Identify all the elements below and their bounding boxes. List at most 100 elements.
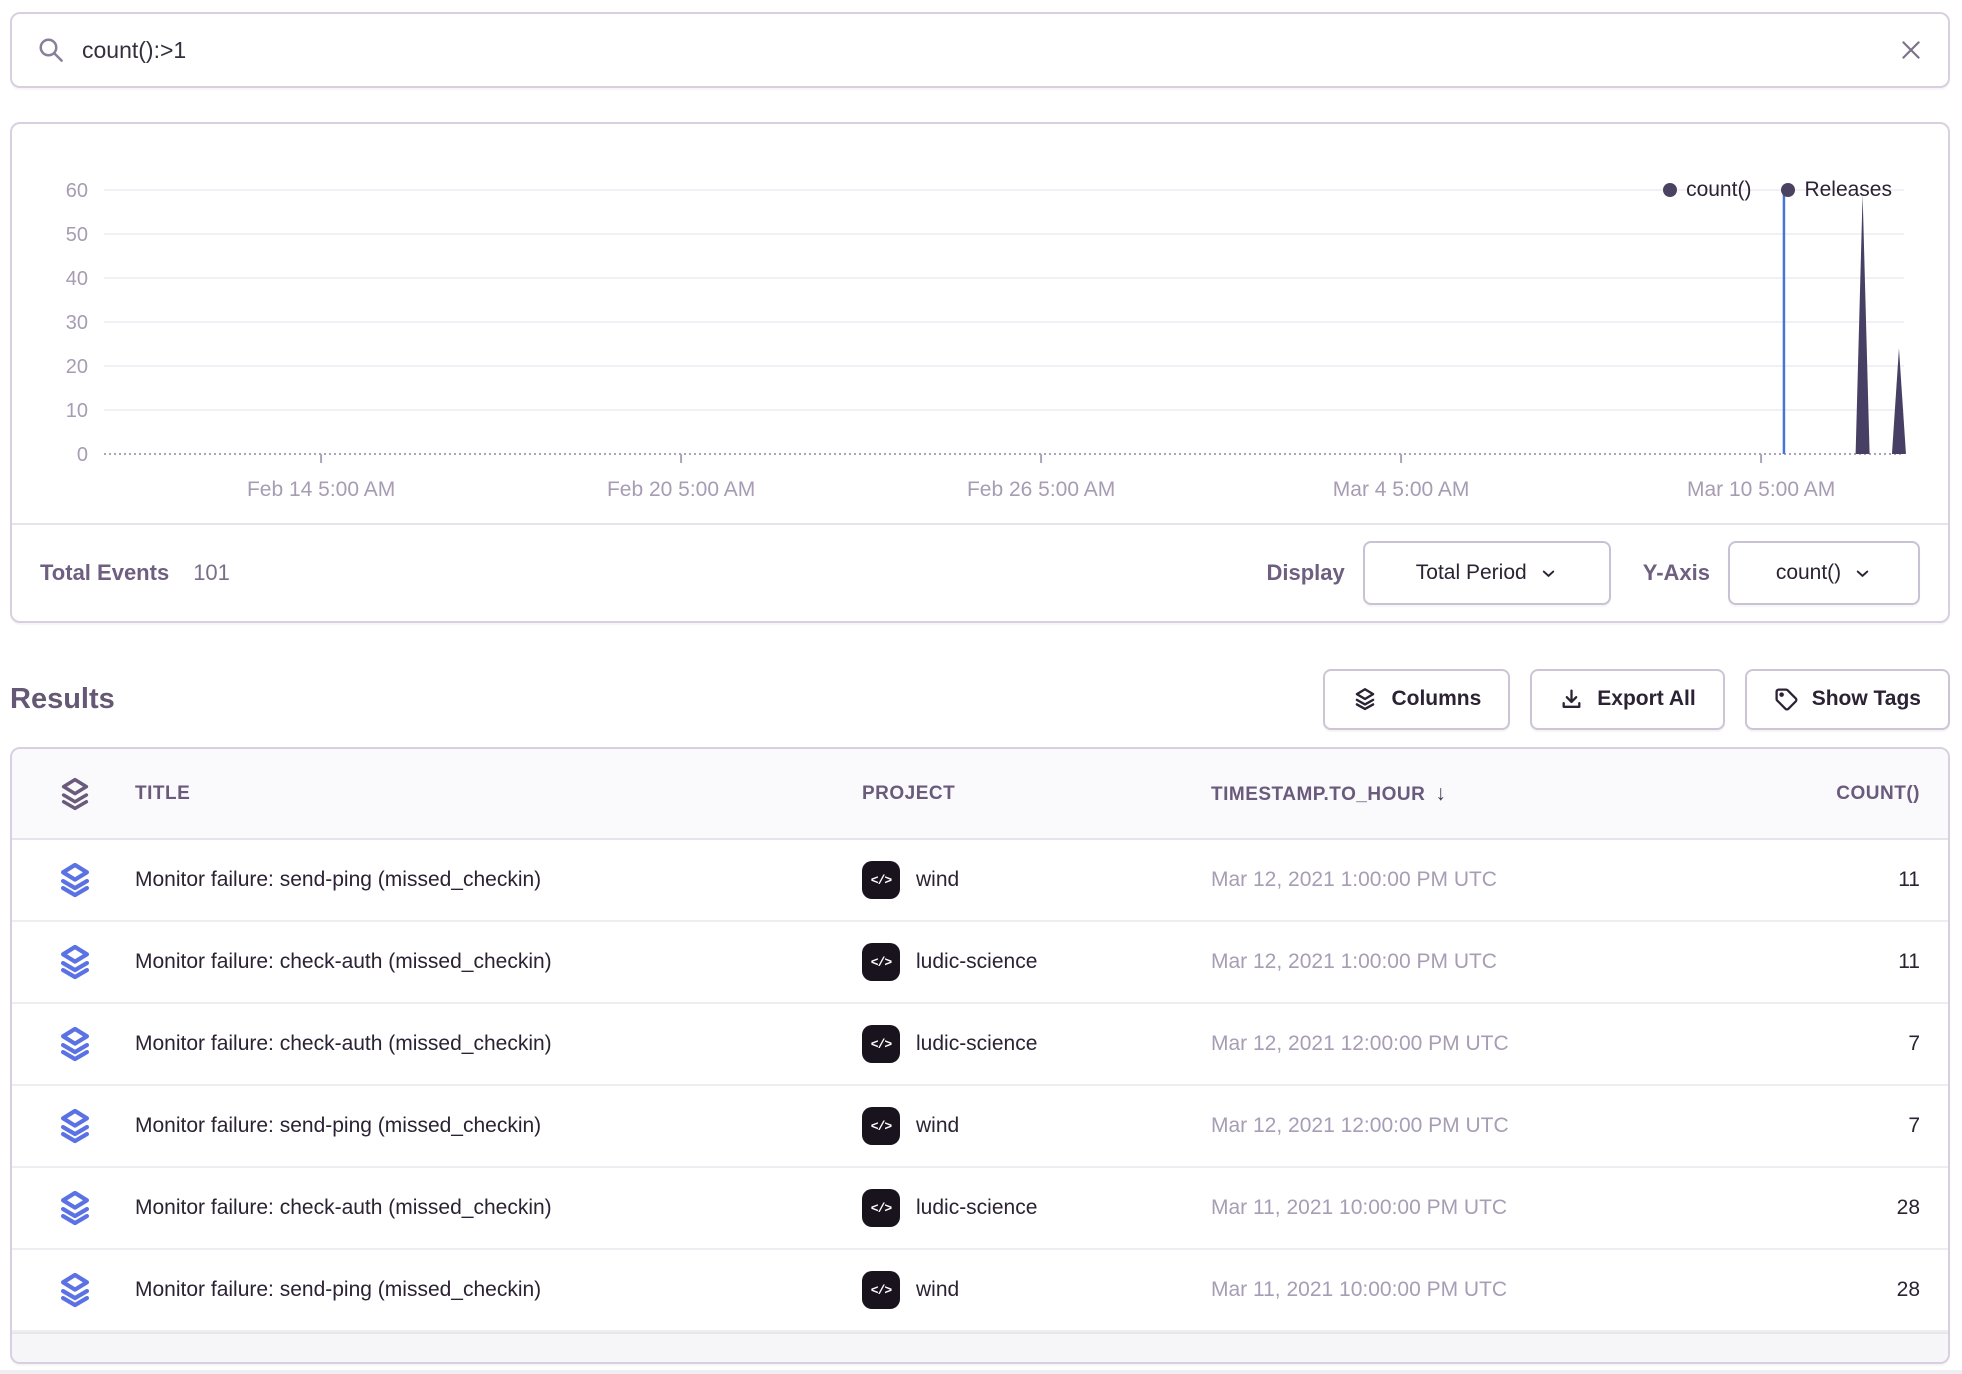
row-project[interactable]: </> wind	[852, 861, 1201, 899]
platform-icon: </>	[862, 1271, 900, 1309]
total-events-label: Total Events	[40, 560, 169, 586]
svg-text:0: 0	[77, 444, 88, 466]
project-name: wind	[916, 1278, 959, 1302]
project-name: wind	[916, 1114, 959, 1138]
table-header: TITLE PROJECT TIMESTAMP.TO_HOUR↓ COUNT()	[12, 749, 1948, 840]
legend-dot-count	[1663, 183, 1677, 197]
stack-icon[interactable]	[53, 1268, 97, 1312]
legend-item-count[interactable]: count()	[1663, 178, 1751, 202]
row-title[interactable]: Monitor failure: check-auth (missed_chec…	[125, 1032, 852, 1056]
columns-button[interactable]: Columns	[1323, 669, 1510, 730]
chevron-down-icon	[1853, 564, 1872, 583]
row-count: 11	[1748, 868, 1948, 892]
legend-item-releases[interactable]: Releases	[1781, 178, 1892, 202]
column-header-count[interactable]: COUNT()	[1748, 783, 1948, 805]
stack-icon[interactable]	[53, 940, 97, 984]
results-header-row: Results Columns Export All	[10, 668, 1950, 730]
svg-text:Feb 20 5:00 AM: Feb 20 5:00 AM	[607, 478, 755, 501]
svg-text:Mar 10 5:00 AM: Mar 10 5:00 AM	[1687, 478, 1835, 501]
platform-icon: </>	[862, 861, 900, 899]
row-timestamp: Mar 11, 2021 10:00:00 PM UTC	[1201, 1278, 1748, 1302]
display-dropdown[interactable]: Total Period	[1363, 541, 1611, 605]
download-icon	[1559, 687, 1584, 712]
svg-text:Feb 14 5:00 AM: Feb 14 5:00 AM	[247, 478, 395, 501]
tag-icon	[1774, 687, 1799, 712]
row-project[interactable]: </> ludic-science	[852, 1025, 1201, 1063]
results-heading: Results	[10, 683, 115, 716]
column-header-timestamp[interactable]: TIMESTAMP.TO_HOUR↓	[1201, 782, 1748, 806]
row-project[interactable]: </> ludic-science	[852, 1189, 1201, 1227]
legend-dot-releases	[1781, 183, 1795, 197]
search-input[interactable]	[82, 37, 1898, 64]
columns-button-label: Columns	[1391, 687, 1481, 711]
search-icon	[36, 35, 66, 65]
platform-icon: </>	[862, 1189, 900, 1227]
row-title[interactable]: Monitor failure: send-ping (missed_check…	[125, 868, 852, 892]
table-row[interactable]: Monitor failure: send-ping (missed_check…	[12, 840, 1948, 922]
show-tags-button-label: Show Tags	[1812, 687, 1921, 711]
stack-icon[interactable]	[53, 858, 97, 902]
layers-icon[interactable]	[54, 773, 96, 815]
row-count: 11	[1748, 950, 1948, 974]
table-row[interactable]: Monitor failure: check-auth (missed_chec…	[12, 1004, 1948, 1086]
show-tags-button[interactable]: Show Tags	[1745, 669, 1950, 730]
search-bar	[10, 12, 1950, 88]
total-events: Total Events 101	[40, 560, 230, 586]
chart-panel: 0102030405060Feb 14 5:00 AMFeb 20 5:00 A…	[10, 122, 1950, 623]
export-all-button-label: Export All	[1597, 687, 1695, 711]
table-row[interactable]: Monitor failure: check-auth (missed_chec…	[12, 922, 1948, 1004]
export-all-button[interactable]: Export All	[1530, 669, 1724, 730]
row-count: 7	[1748, 1114, 1948, 1138]
platform-icon: </>	[862, 1107, 900, 1145]
stack-icon[interactable]	[53, 1022, 97, 1066]
svg-text:Mar 4 5:00 AM: Mar 4 5:00 AM	[1333, 478, 1470, 501]
svg-text:10: 10	[66, 400, 88, 422]
row-count: 28	[1748, 1196, 1948, 1220]
column-header-title[interactable]: TITLE	[125, 783, 852, 805]
events-chart[interactable]: 0102030405060Feb 14 5:00 AMFeb 20 5:00 A…	[12, 124, 1948, 527]
platform-icon: </>	[862, 943, 900, 981]
page-bottom-divider	[0, 1370, 1962, 1374]
chart-footer: Total Events 101 Display Total Period Y-…	[12, 523, 1948, 621]
row-title[interactable]: Monitor failure: send-ping (missed_check…	[125, 1278, 852, 1302]
row-title[interactable]: Monitor failure: send-ping (missed_check…	[125, 1114, 852, 1138]
total-events-value: 101	[193, 560, 230, 586]
row-count: 7	[1748, 1032, 1948, 1056]
y-axis-dropdown[interactable]: count()	[1728, 541, 1920, 605]
svg-text:50: 50	[66, 224, 88, 246]
stack-icon[interactable]	[53, 1104, 97, 1148]
table-row[interactable]: Monitor failure: check-auth (missed_chec…	[12, 1168, 1948, 1250]
table-row[interactable]: Monitor failure: send-ping (missed_check…	[12, 1086, 1948, 1168]
svg-text:60: 60	[66, 180, 88, 202]
table-actions: Columns Export All Show Tags	[1323, 669, 1950, 730]
row-title[interactable]: Monitor failure: check-auth (missed_chec…	[125, 950, 852, 974]
column-header-project[interactable]: PROJECT	[852, 783, 1201, 805]
display-dropdown-value: Total Period	[1416, 561, 1527, 585]
row-title[interactable]: Monitor failure: check-auth (missed_chec…	[125, 1196, 852, 1220]
row-timestamp: Mar 12, 2021 12:00:00 PM UTC	[1201, 1114, 1748, 1138]
results-table: TITLE PROJECT TIMESTAMP.TO_HOUR↓ COUNT()…	[10, 747, 1950, 1364]
y-axis-dropdown-value: count()	[1776, 561, 1841, 585]
chart-legend: count() Releases	[1663, 178, 1892, 202]
table-row[interactable]: Monitor failure: send-ping (missed_check…	[12, 1250, 1948, 1332]
row-project[interactable]: </> wind	[852, 1107, 1201, 1145]
stack-icon[interactable]	[53, 1186, 97, 1230]
platform-icon: </>	[862, 1025, 900, 1063]
row-timestamp: Mar 12, 2021 1:00:00 PM UTC	[1201, 950, 1748, 974]
discover-page: 0102030405060Feb 14 5:00 AMFeb 20 5:00 A…	[0, 0, 1962, 1374]
row-timestamp: Mar 12, 2021 12:00:00 PM UTC	[1201, 1032, 1748, 1056]
row-project[interactable]: </> wind	[852, 1271, 1201, 1309]
y-axis-label: Y-Axis	[1643, 560, 1710, 586]
row-timestamp: Mar 12, 2021 1:00:00 PM UTC	[1201, 868, 1748, 892]
svg-text:20: 20	[66, 356, 88, 378]
svg-text:30: 30	[66, 312, 88, 334]
chevron-down-icon	[1539, 564, 1558, 583]
row-project[interactable]: </> ludic-science	[852, 943, 1201, 981]
clear-search-icon[interactable]	[1898, 37, 1924, 63]
svg-text:Feb 26 5:00 AM: Feb 26 5:00 AM	[967, 478, 1115, 501]
legend-label-count: count()	[1686, 178, 1751, 202]
project-name: ludic-science	[916, 950, 1037, 974]
sort-desc-icon: ↓	[1435, 782, 1446, 805]
row-count: 28	[1748, 1278, 1948, 1302]
chart-controls: Display Total Period Y-Axis count()	[1266, 541, 1920, 605]
